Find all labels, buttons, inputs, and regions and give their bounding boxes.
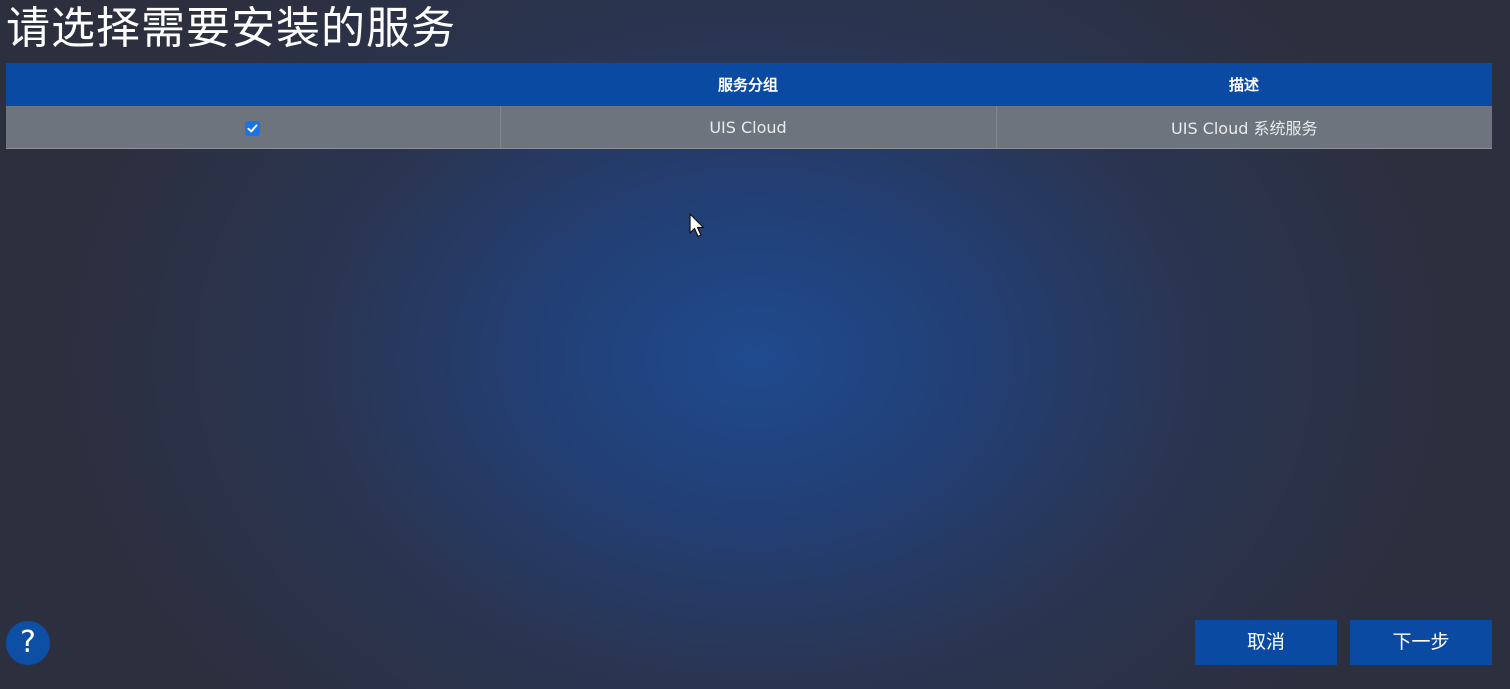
column-header-description[interactable]: 描述 <box>996 63 1492 106</box>
column-header-select <box>6 63 500 106</box>
question-mark-icon: ? <box>20 625 36 660</box>
table-header: 服务分组 描述 <box>6 63 1492 106</box>
cancel-button[interactable]: 取消 <box>1195 620 1337 665</box>
mouse-pointer-icon <box>689 213 705 238</box>
checkmark-icon <box>247 123 258 132</box>
description-cell: UIS Cloud 系统服务 <box>995 106 1492 149</box>
next-button[interactable]: 下一步 <box>1350 620 1492 665</box>
service-table: 服务分组 描述 UIS Cloud UIS Cloud 系统服务 <box>6 63 1492 149</box>
select-cell <box>6 106 500 149</box>
table-header-row: 服务分组 描述 <box>6 63 1492 106</box>
page-title: 请选择需要安装的服务 <box>6 3 456 54</box>
column-header-service-group[interactable]: 服务分组 <box>500 63 996 106</box>
help-button[interactable]: ? <box>6 621 50 665</box>
table-body: UIS Cloud UIS Cloud 系统服务 <box>6 106 1492 149</box>
table-row[interactable]: UIS Cloud UIS Cloud 系统服务 <box>6 106 1492 149</box>
service-group-cell: UIS Cloud <box>499 106 996 149</box>
service-checkbox[interactable] <box>245 120 261 136</box>
